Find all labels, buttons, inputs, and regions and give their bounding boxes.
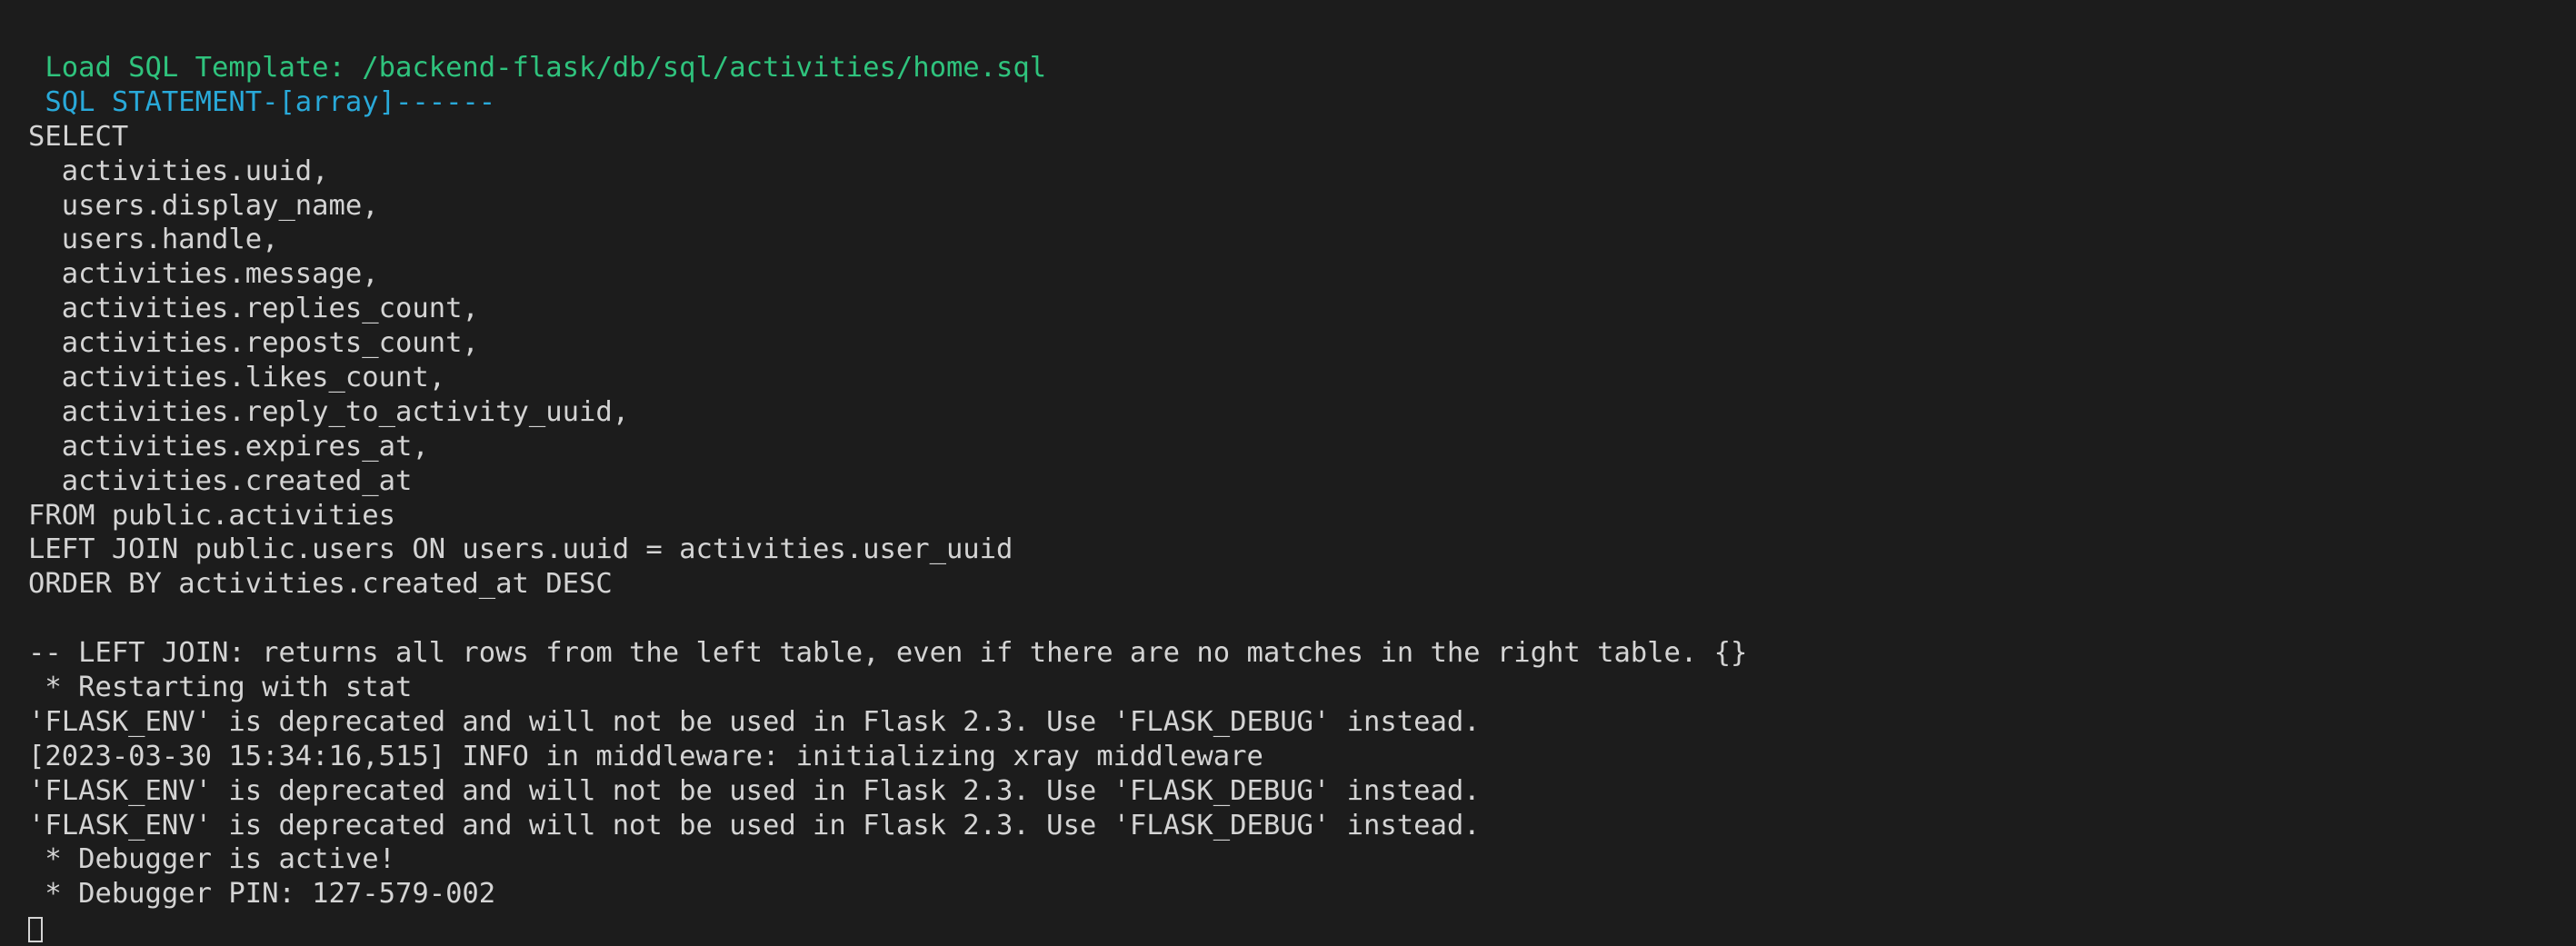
sql-column-line: activities.likes_count,	[28, 362, 446, 394]
sql-column-line: activities.reply_to_activity_uuid,	[28, 395, 630, 428]
sql-column-line: activities.uuid,	[28, 154, 329, 187]
terminal-cursor[interactable]	[28, 916, 43, 942]
terminal-output[interactable]: Load SQL Template: /backend-flask/db/sql…	[28, 51, 2555, 946]
sql-column-line: activities.expires_at,	[28, 430, 429, 463]
log-line: * Debugger PIN: 127-579-002	[28, 878, 496, 911]
sql-select-keyword: SELECT	[28, 120, 129, 153]
log-line: * Restarting with stat	[28, 672, 413, 704]
sql-column-line: activities.reposts_count,	[28, 327, 479, 360]
sql-template-line: Load SQL Template: /backend-flask/db/sql…	[28, 52, 1047, 84]
sql-order-clause: ORDER BY activities.created_at DESC	[28, 568, 613, 601]
log-line: 'FLASK_ENV' is deprecated and will not b…	[28, 705, 1481, 738]
sql-from-clause: FROM public.activities	[28, 499, 395, 532]
sql-column-line: activities.replies_count,	[28, 293, 479, 325]
sql-comment-line: -- LEFT JOIN: returns all rows from the …	[28, 637, 1748, 670]
log-line: * Debugger is active!	[28, 843, 395, 876]
sql-join-clause: LEFT JOIN public.users ON users.uuid = a…	[28, 533, 1013, 566]
sql-column-line: users.handle,	[28, 224, 279, 256]
sql-column-line: activities.message,	[28, 258, 379, 291]
prompt-line[interactable]	[28, 911, 2555, 946]
log-line: [2023-03-30 15:34:16,515] INFO in middle…	[28, 740, 1263, 772]
log-line: 'FLASK_ENV' is deprecated and will not b…	[28, 809, 1481, 841]
sql-column-line: users.display_name,	[28, 189, 379, 222]
sql-column-line: activities.created_at	[28, 464, 413, 497]
sql-statement-header: SQL STATEMENT-[array]------	[28, 85, 496, 118]
log-line: 'FLASK_ENV' is deprecated and will not b…	[28, 774, 1481, 807]
